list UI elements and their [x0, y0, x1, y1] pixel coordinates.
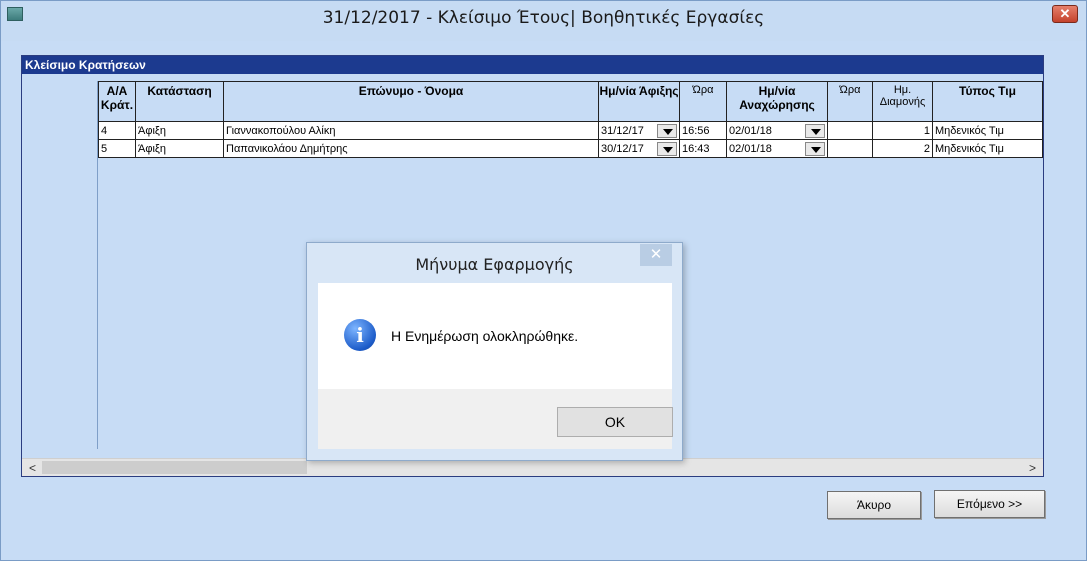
arrival-date-value: 30/12/17 — [601, 142, 644, 155]
column-header-name[interactable]: Επώνυμο - Όνομα — [223, 81, 599, 122]
cell-days[interactable]: 2 — [872, 139, 933, 158]
scroll-left-arrow-icon[interactable]: < — [24, 460, 41, 476]
dialog-title: Μήνυμα Εφαρμογής — [415, 255, 574, 274]
cell-aa[interactable]: 5 — [98, 139, 136, 158]
cell-days[interactable]: 1 — [872, 121, 933, 140]
column-header-departure-date[interactable]: Ημ/νία Αναχώρησης — [726, 81, 828, 122]
column-header-status[interactable]: Κατάσταση — [135, 81, 224, 122]
cell-departure-date[interactable]: 02/01/18 — [726, 139, 828, 158]
ok-button[interactable]: OK — [557, 407, 673, 437]
title-bar: 31/12/2017 - Κλείσιμο Έτους| Βοηθητικές … — [1, 1, 1086, 41]
panel-title: Κλείσιμο Κρατήσεων — [22, 56, 1043, 74]
dropdown-arrow-icon[interactable] — [805, 142, 825, 156]
column-header-aa[interactable]: Α/Α Κράτ. — [98, 81, 136, 122]
cell-name[interactable]: Παπανικολάου Δημήτρης — [223, 139, 599, 158]
table-row[interactable]: 4 Άφιξη Γιαννακοπούλου Αλίκη 31/12/17 16… — [98, 121, 1043, 140]
dropdown-arrow-icon[interactable] — [805, 124, 825, 138]
dialog-footer: OK — [318, 389, 673, 449]
arrival-date-value: 31/12/17 — [601, 124, 644, 137]
column-header-arrival-date[interactable]: Ημ/νία Άφιξης — [598, 81, 680, 122]
cell-arrival-time[interactable]: 16:43 — [679, 139, 727, 158]
departure-date-value: 02/01/18 — [729, 142, 772, 155]
cancel-button[interactable]: Άκυρο — [827, 491, 921, 519]
column-header-price-type[interactable]: Τύπος Τιμ — [932, 81, 1043, 122]
departure-date-value: 02/01/18 — [729, 124, 772, 137]
dialog-message: Η Ενημέρωση ολοκληρώθηκε. — [391, 328, 579, 344]
dropdown-arrow-icon[interactable] — [657, 142, 677, 156]
cell-status[interactable]: Άφιξη — [135, 121, 224, 140]
column-header-arrival-time[interactable]: Ώρα — [679, 81, 727, 122]
window-close-button[interactable]: ✕ — [1052, 5, 1078, 23]
cell-price-type[interactable]: Μηδενικός Τιμ — [932, 139, 1043, 158]
info-icon: i — [344, 319, 376, 351]
scroll-right-arrow-icon[interactable]: > — [1024, 460, 1041, 476]
cell-arrival-time[interactable]: 16:56 — [679, 121, 727, 140]
column-header-departure-time[interactable]: Ώρα — [827, 81, 873, 122]
scrollbar-thumb[interactable] — [42, 461, 307, 474]
cell-aa[interactable]: 4 — [98, 121, 136, 140]
message-dialog: Μήνυμα Εφαρμογής ✕ i Η Ενημέρωση ολοκληρ… — [306, 242, 683, 461]
window-title: 31/12/2017 - Κλείσιμο Έτους| Βοηθητικές … — [322, 8, 765, 28]
dialog-body: i Η Ενημέρωση ολοκληρώθηκε. — [318, 283, 672, 389]
table-row[interactable]: 5 Άφιξη Παπανικολάου Δημήτρης 30/12/17 1… — [98, 139, 1043, 158]
cell-arrival-date[interactable]: 31/12/17 — [598, 121, 680, 140]
column-header-days[interactable]: Ημ. Διαμονής — [872, 81, 933, 122]
cell-name[interactable]: Γιαννακοπούλου Αλίκη — [223, 121, 599, 140]
reservations-table: Α/Α Κράτ. Κατάσταση Επώνυμο - Όνομα Ημ/ν… — [98, 81, 1043, 158]
cell-status[interactable]: Άφιξη — [135, 139, 224, 158]
dialog-close-button[interactable]: ✕ — [640, 244, 672, 266]
row-indicator-column — [25, 81, 98, 449]
cell-departure-time[interactable] — [827, 121, 873, 140]
table-header-row: Α/Α Κράτ. Κατάσταση Επώνυμο - Όνομα Ημ/ν… — [98, 81, 1043, 122]
dropdown-arrow-icon[interactable] — [657, 124, 677, 138]
cell-arrival-date[interactable]: 30/12/17 — [598, 139, 680, 158]
cell-departure-date[interactable]: 02/01/18 — [726, 121, 828, 140]
next-button[interactable]: Επόμενο >> — [934, 490, 1045, 518]
cell-departure-time[interactable] — [827, 139, 873, 158]
cell-price-type[interactable]: Μηδενικός Τιμ — [932, 121, 1043, 140]
